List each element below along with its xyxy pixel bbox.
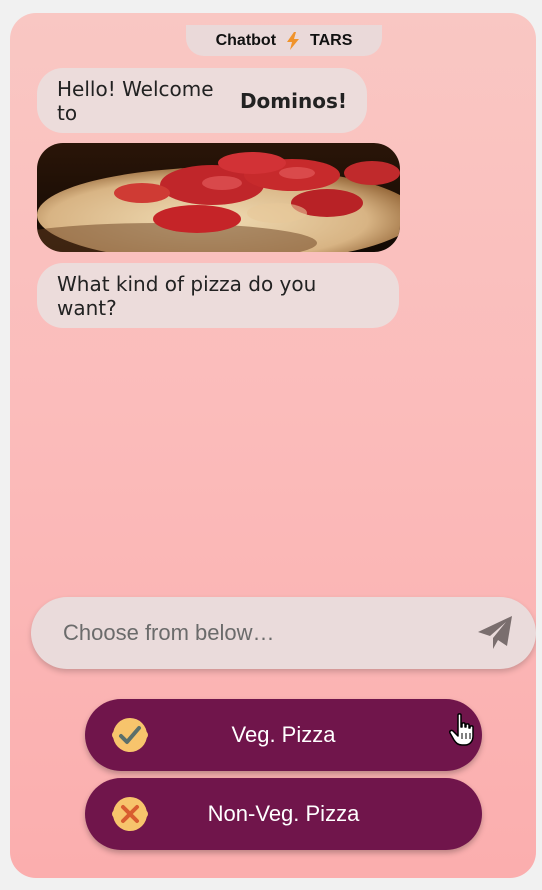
option-label: Veg. Pizza: [231, 722, 336, 747]
chat-header: Chatbot TARS: [186, 25, 382, 56]
chat-window: Chatbot TARS Hello! Welcome to Dominos!: [10, 13, 536, 878]
pizza-photo: [37, 143, 400, 252]
hand-cursor-icon: [449, 713, 474, 746]
cross-icon: [112, 797, 148, 831]
option-veg-pizza-button[interactable]: Veg. Pizza: [85, 699, 482, 771]
message-input-bar: [31, 597, 536, 669]
message-input[interactable]: [61, 619, 476, 647]
bot-message-greeting: Hello! Welcome to Dominos!: [37, 68, 367, 133]
option-label: Non-Veg. Pizza: [207, 801, 360, 826]
bot-message-question: What kind of pizza do you want?: [37, 263, 399, 328]
question-text: What kind of pizza do you want?: [57, 271, 317, 320]
lightning-icon: [287, 31, 300, 50]
check-icon: [112, 718, 148, 752]
send-icon[interactable]: [476, 614, 514, 652]
option-non-veg-pizza-button[interactable]: Non-Veg. Pizza: [85, 778, 482, 850]
header-title-left: Chatbot: [215, 31, 277, 49]
header-title-right: TARS: [310, 31, 353, 49]
pizza-image: [37, 143, 400, 252]
greeting-text: Hello! Welcome to: [57, 76, 214, 125]
greeting-brand: Dominos!: [239, 88, 347, 113]
